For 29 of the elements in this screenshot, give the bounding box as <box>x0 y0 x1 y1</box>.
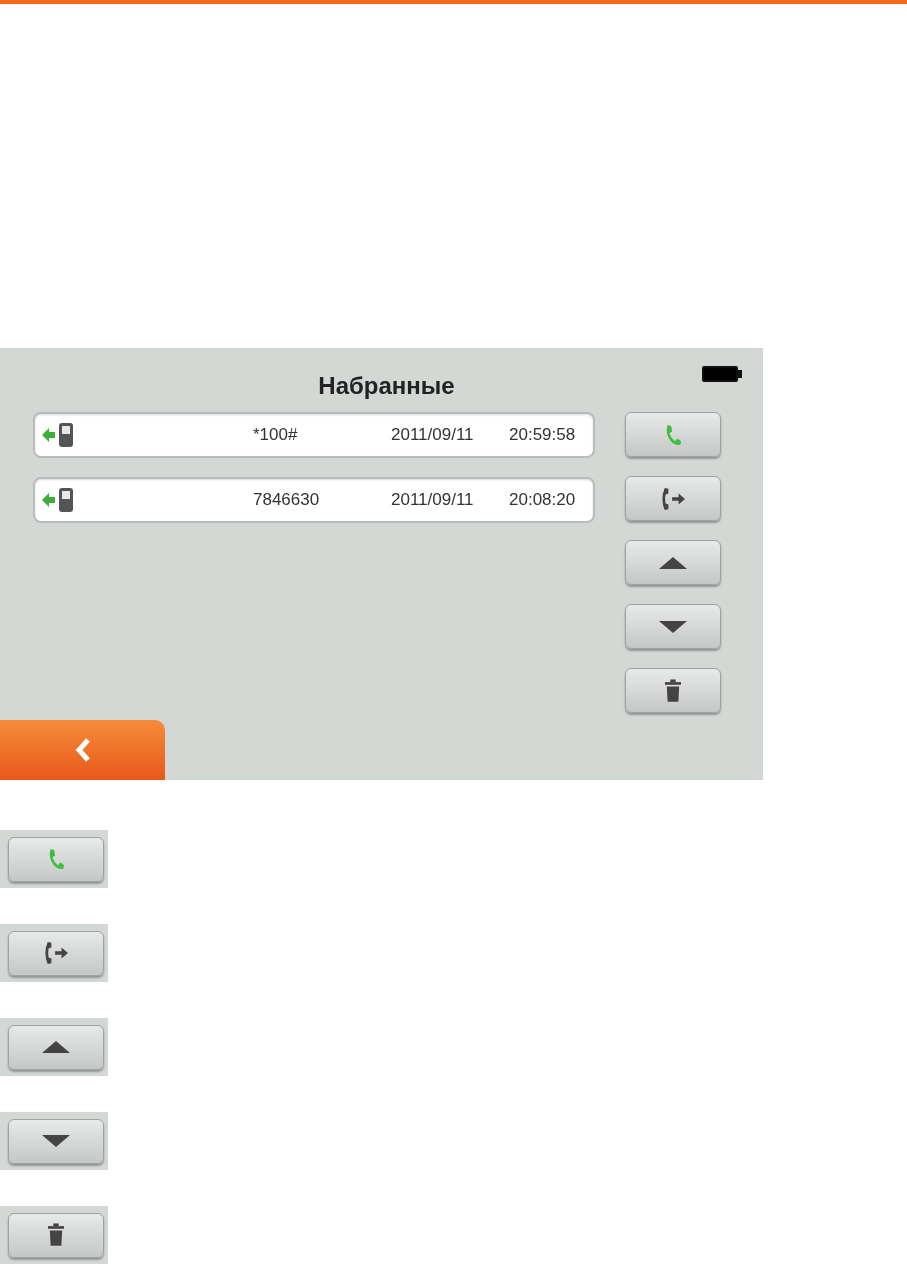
call-date: 2011/09/11 <box>391 490 475 510</box>
screen-title: Набранные <box>318 372 455 400</box>
up-arrow-icon <box>42 1041 70 1053</box>
phone-icon <box>664 423 682 446</box>
scroll-down-button[interactable] <box>8 1118 104 1164</box>
phone-arrow-icon <box>42 941 70 965</box>
transfer-button[interactable] <box>8 930 104 976</box>
scroll-down-button[interactable] <box>625 604 721 649</box>
phone-number: *100# <box>253 425 299 445</box>
up-arrow-icon <box>659 556 687 569</box>
call-date: 2011/09/11 <box>391 425 475 445</box>
call-record[interactable]: *100# 2011/09/11 20:59:58 <box>33 412 595 458</box>
call-record[interactable]: 7846630 2011/09/11 20:08:20 <box>33 477 595 523</box>
transfer-button[interactable] <box>625 476 721 521</box>
phone-icon <box>47 848 65 870</box>
call-time: 20:08:20 <box>509 490 576 510</box>
down-arrow-icon <box>42 1135 70 1147</box>
scroll-up-button[interactable] <box>8 1024 104 1070</box>
delete-button[interactable] <box>625 668 721 713</box>
call-time: 20:59:58 <box>509 425 576 445</box>
trash-icon <box>48 1223 64 1247</box>
trash-icon <box>665 678 681 703</box>
chevron-left-icon <box>74 738 91 762</box>
down-arrow-icon <box>659 620 687 633</box>
phone-arrow-icon <box>659 486 687 511</box>
battery-icon <box>701 365 743 383</box>
scroll-up-button[interactable] <box>625 540 721 585</box>
phone-number: 7846630 <box>253 490 321 510</box>
delete-button[interactable] <box>8 1212 104 1258</box>
